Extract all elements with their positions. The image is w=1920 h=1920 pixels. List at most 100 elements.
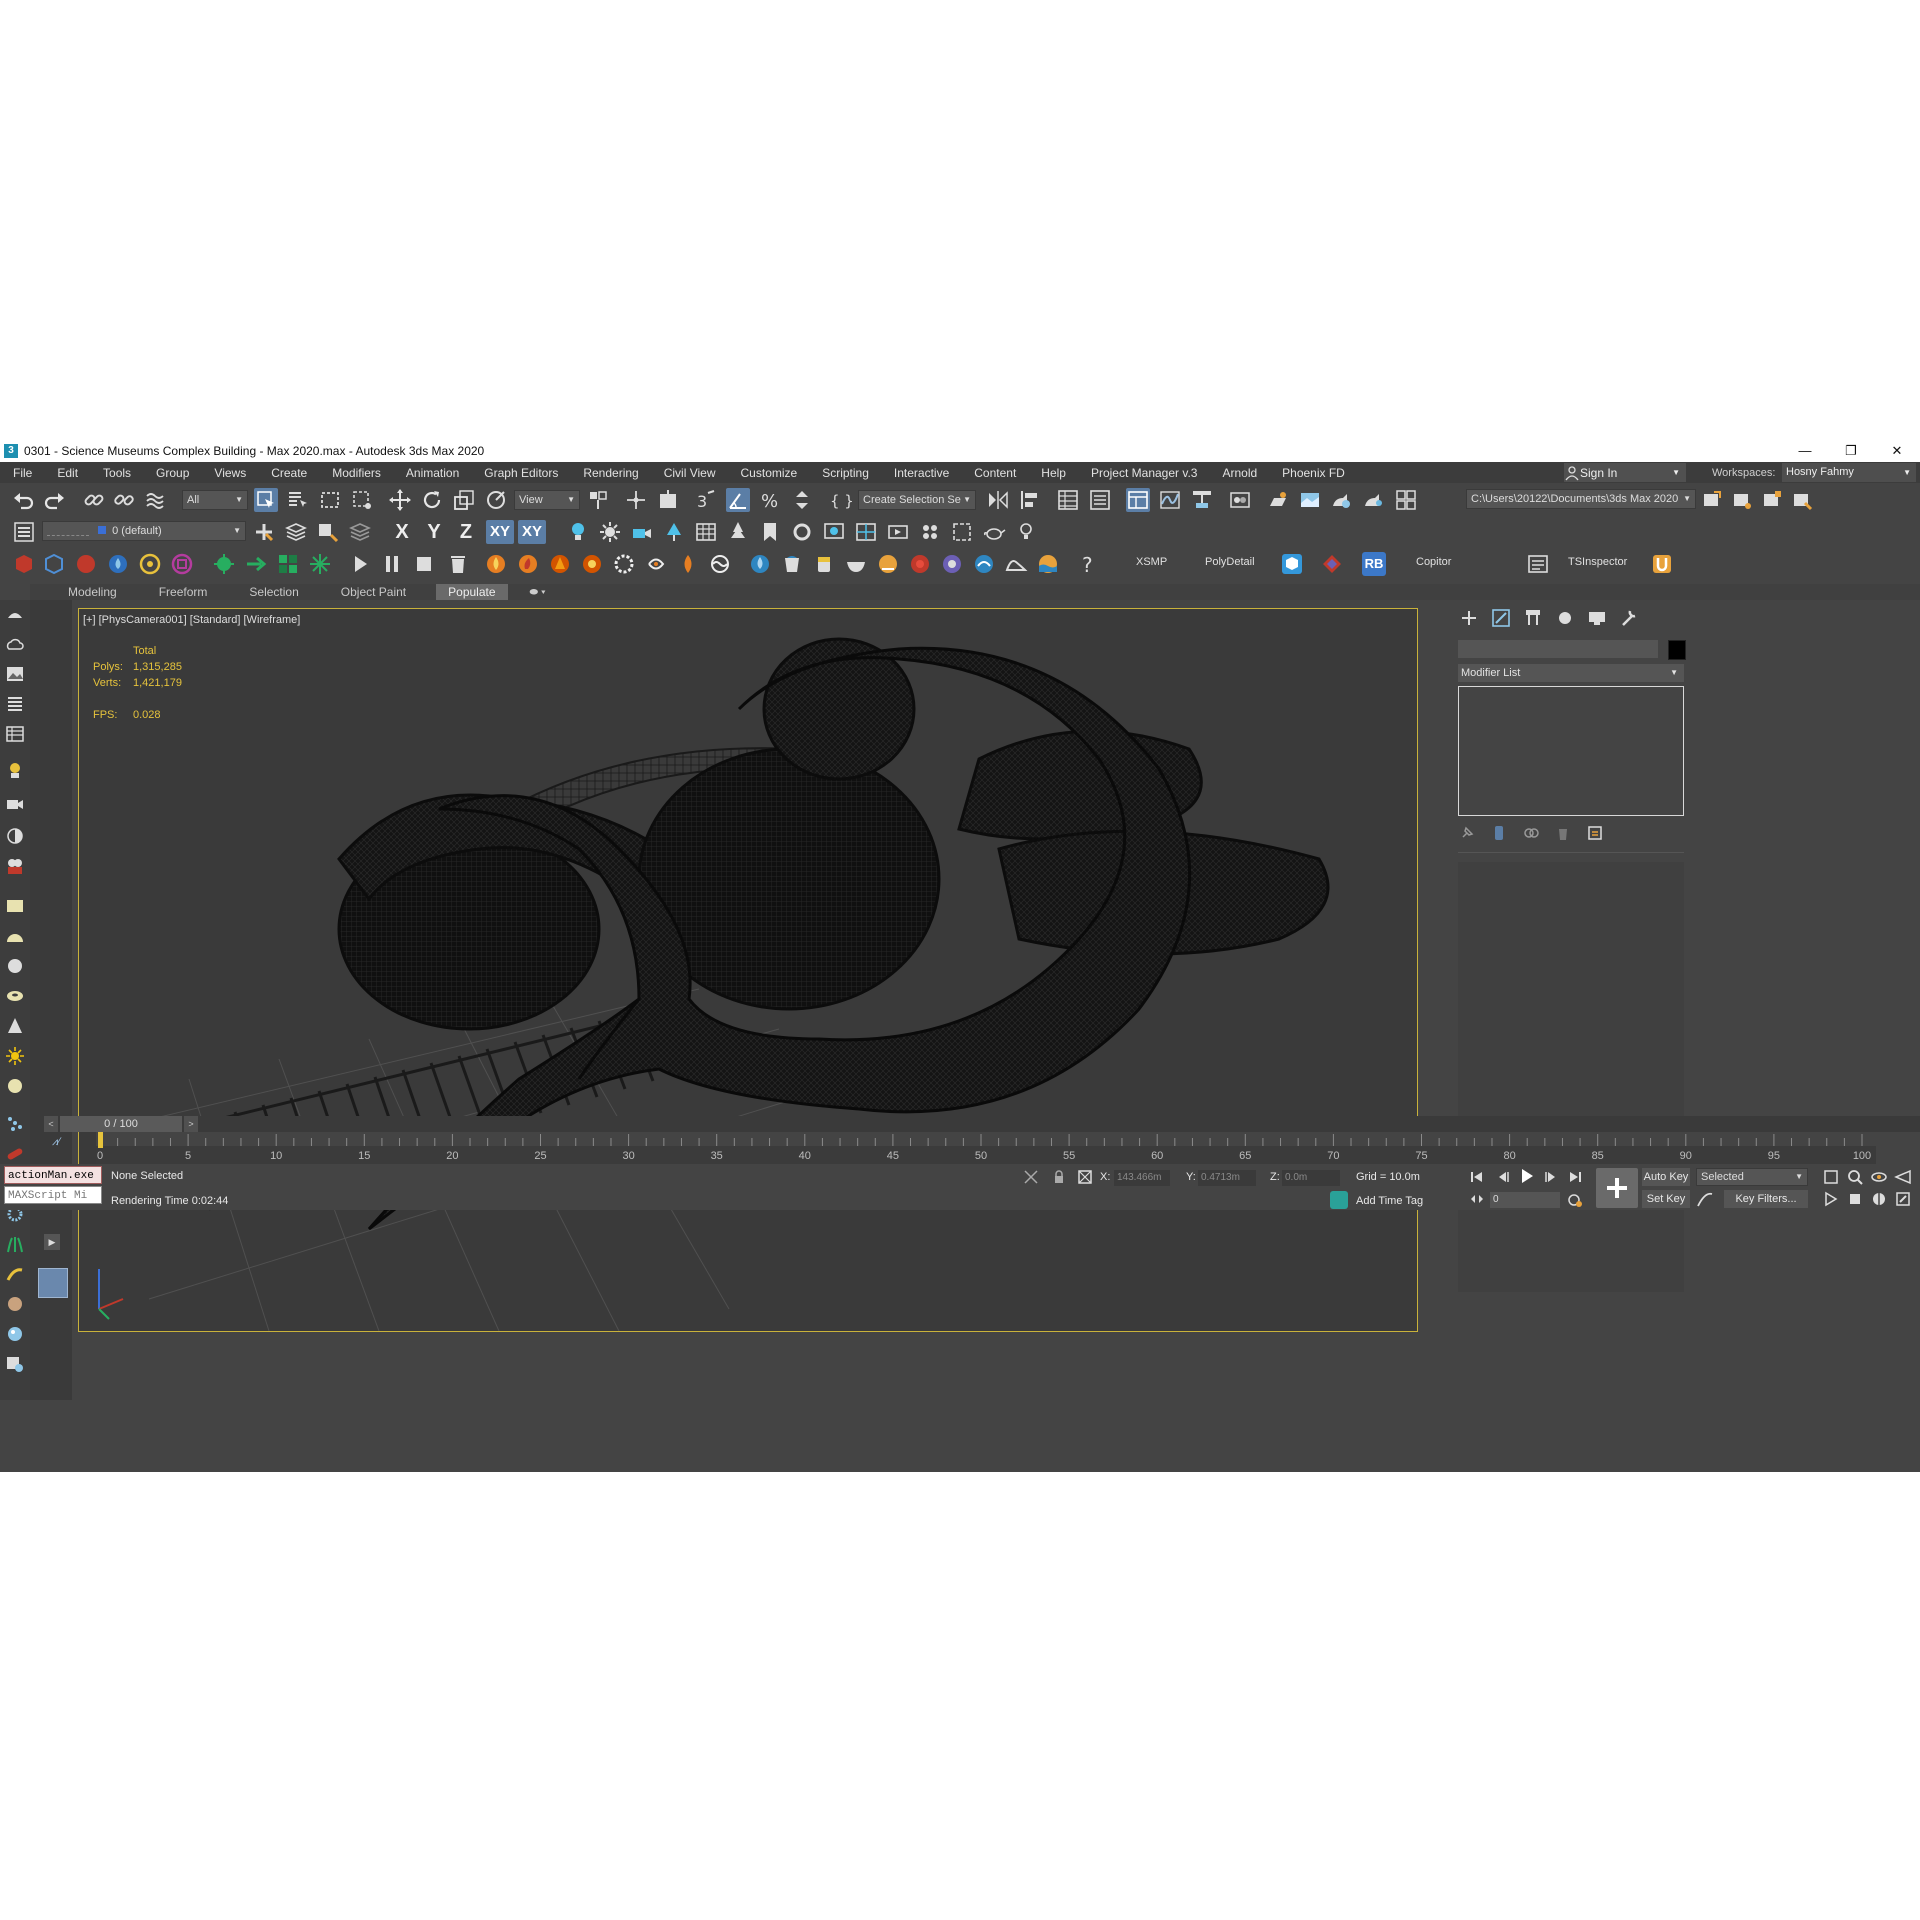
rendered-frame-window-icon[interactable] <box>1298 488 1322 512</box>
goto-end-icon[interactable] <box>1566 1168 1584 1186</box>
create-tab-icon[interactable] <box>1456 606 1482 630</box>
menu-animation[interactable]: Animation <box>393 466 471 480</box>
z-coordinate-field[interactable]: 0.0m <box>1282 1170 1340 1186</box>
stop-icon[interactable] <box>412 552 436 576</box>
create-layer-icon[interactable] <box>252 520 276 544</box>
liquid-wave-icon[interactable] <box>1004 552 1028 576</box>
toggle-ribbon-icon[interactable] <box>1126 488 1150 512</box>
snaps-toggle-icon[interactable]: 3 <box>694 488 718 512</box>
current-frame-field[interactable]: 0 <box>1490 1192 1560 1208</box>
render-sphere-icon[interactable] <box>5 1324 25 1344</box>
viewport-thumbnail[interactable] <box>38 1268 68 1298</box>
light-sphere-icon[interactable] <box>5 1076 25 1096</box>
y-coordinate-field[interactable]: 0.4713m <box>1198 1170 1256 1186</box>
help-icon[interactable]: ? <box>1076 552 1100 576</box>
zoom-icon[interactable] <box>1846 1168 1864 1186</box>
pause-icon[interactable] <box>380 552 404 576</box>
grid-green-icon[interactable] <box>276 552 300 576</box>
plugin-u-icon[interactable] <box>1650 552 1674 576</box>
maximize-viewport-icon[interactable] <box>1894 1190 1912 1208</box>
auto-key-button[interactable]: Auto Key <box>1642 1168 1690 1186</box>
menu-rendering[interactable]: Rendering <box>570 466 650 480</box>
scene-explorer-icon[interactable] <box>1056 488 1080 512</box>
project-settings-icon[interactable] <box>1790 488 1814 512</box>
orbit-icon[interactable] <box>1870 1168 1888 1186</box>
isolate-selection-icon[interactable] <box>1022 1168 1040 1186</box>
cloud-icon[interactable] <box>5 634 25 654</box>
liquid-pour-icon[interactable] <box>876 552 900 576</box>
remove-modifier-icon[interactable] <box>1554 824 1572 842</box>
default-tangent-icon[interactable] <box>1696 1191 1714 1209</box>
capsule-icon[interactable] <box>5 1144 25 1164</box>
menu-content[interactable]: Content <box>961 466 1028 480</box>
cloth-icon[interactable] <box>5 1294 25 1314</box>
layers-icon[interactable] <box>12 520 36 544</box>
copitor-button[interactable]: Copitor <box>1416 556 1451 568</box>
project-folder-icon[interactable] <box>1700 488 1724 512</box>
xsmp-button[interactable]: XSMP <box>1136 556 1167 568</box>
phoenix-fire-icon[interactable] <box>484 552 508 576</box>
layer-explorer-icon[interactable] <box>1088 488 1112 512</box>
layer-select-icon[interactable] <box>348 520 372 544</box>
project-folder-dropdown[interactable]: C:\Users\20122\Documents\3ds Max 2020 ▼ <box>1466 489 1696 509</box>
play-icon[interactable] <box>348 552 372 576</box>
time-slider-next[interactable]: > <box>184 1116 198 1132</box>
previous-frame-icon[interactable] <box>1494 1168 1512 1186</box>
phoenix-gear-icon[interactable] <box>612 552 636 576</box>
camera-icon[interactable] <box>5 794 25 814</box>
walk-through-icon[interactable] <box>1822 1190 1840 1208</box>
particle-flow-icon[interactable] <box>5 1114 25 1134</box>
sphere-icon[interactable] <box>5 956 25 976</box>
set-key-big-button[interactable] <box>1596 1168 1638 1208</box>
viewport-navigation-icon[interactable] <box>5 604 25 624</box>
next-frame-icon[interactable] <box>1542 1168 1560 1186</box>
time-slider[interactable] <box>40 1116 1920 1132</box>
teapot-icon[interactable] <box>982 520 1006 544</box>
phoenix-swirl-icon[interactable] <box>644 552 668 576</box>
rect-selection-icon[interactable] <box>318 488 342 512</box>
tree-icon[interactable] <box>726 520 750 544</box>
liquid-icon[interactable] <box>748 552 772 576</box>
tab-selection[interactable]: Selection <box>237 584 310 600</box>
sun-light-icon[interactable] <box>598 520 622 544</box>
constrain-y-button[interactable]: Y <box>422 520 446 544</box>
key-mode-icon[interactable] <box>1468 1190 1486 1208</box>
render-setup-icon[interactable] <box>1266 488 1290 512</box>
close-button[interactable]: ✕ <box>1874 440 1920 462</box>
play-animation-icon[interactable] <box>1518 1167 1536 1185</box>
time-configuration-icon[interactable] <box>1566 1191 1584 1209</box>
utilities-tab-icon[interactable] <box>1616 606 1642 630</box>
image-icon[interactable] <box>5 664 25 684</box>
menu-graph-editors[interactable]: Graph Editors <box>471 466 570 480</box>
tsinspector-icon[interactable] <box>1526 552 1550 576</box>
fire-red-icon[interactable] <box>74 552 98 576</box>
object-name-field[interactable] <box>1458 640 1658 658</box>
render-element-icon[interactable] <box>918 520 942 544</box>
scale-icon[interactable] <box>452 488 476 512</box>
link-icon[interactable] <box>82 488 106 512</box>
named-selection-dropdown[interactable]: Create Selection Se ▼ <box>858 490 976 510</box>
bookmark-icon[interactable] <box>758 520 782 544</box>
window-crossing-icon[interactable] <box>350 488 374 512</box>
water-drop-icon[interactable] <box>106 552 130 576</box>
particle-magenta-icon[interactable] <box>170 552 194 576</box>
hair-icon[interactable] <box>5 1264 25 1284</box>
add-to-layer-icon[interactable] <box>316 520 340 544</box>
phoenix-drop-icon[interactable] <box>676 552 700 576</box>
menu-customize[interactable]: Customize <box>728 466 810 480</box>
liquid-bowl-icon[interactable] <box>844 552 868 576</box>
liquid-bucket-icon[interactable] <box>780 552 804 576</box>
schematic-view-icon[interactable] <box>1190 488 1214 512</box>
keyboard-shortcut-icon[interactable] <box>656 488 680 512</box>
display-tab-icon[interactable] <box>1584 606 1610 630</box>
unlink-icon[interactable] <box>112 488 136 512</box>
motion-tab-icon[interactable] <box>1552 606 1578 630</box>
maxscript-mini[interactable]: MAXScript Mi <box>4 1186 102 1204</box>
ribbon-options-icon[interactable]: ⬬ ▾ <box>530 587 546 598</box>
goto-start-icon[interactable] <box>1468 1168 1486 1186</box>
add-time-tag-button[interactable]: Add Time Tag <box>1356 1195 1423 1207</box>
percent-snap-icon[interactable]: % <box>758 488 782 512</box>
polydetail-button[interactable]: PolyDetail <box>1205 556 1255 568</box>
modifier-stack[interactable] <box>1458 686 1684 816</box>
show-end-result-icon[interactable] <box>1490 824 1508 842</box>
